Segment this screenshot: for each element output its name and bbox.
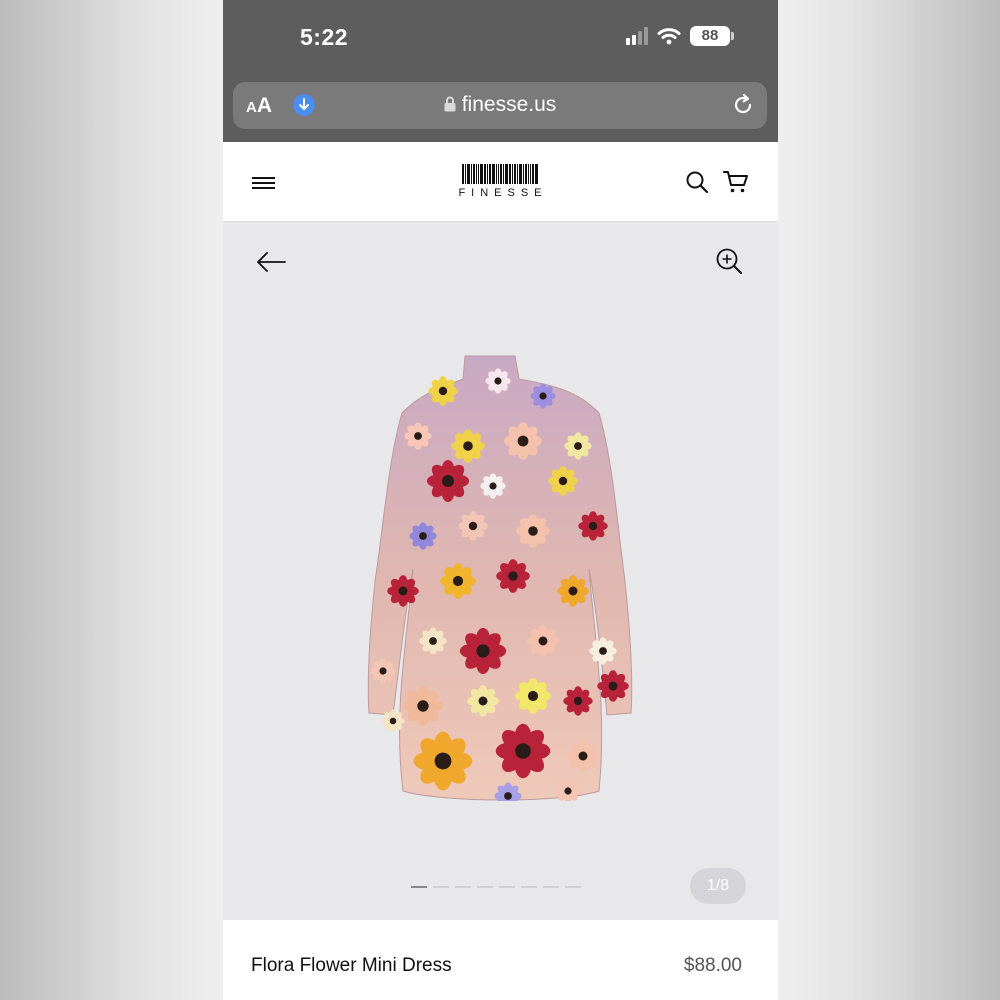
wifi-icon [657, 28, 681, 45]
image-counter: 1/8 [690, 868, 746, 904]
pagination-dot[interactable] [565, 886, 581, 888]
pagination-dot[interactable] [433, 886, 449, 888]
browser-chrome: 5:22 88 AA finesse.us [223, 0, 778, 142]
product-name: Flora Flower Mini Dress [251, 955, 452, 976]
back-arrow-icon[interactable] [256, 250, 286, 274]
pagination-dot[interactable] [455, 886, 471, 888]
lock-icon [444, 96, 456, 112]
pagination-dot[interactable] [499, 886, 515, 888]
menu-icon[interactable] [252, 177, 275, 189]
product-price: $88.00 [683, 955, 742, 976]
zoom-in-icon[interactable] [715, 247, 743, 275]
status-time: 5:22 [300, 24, 349, 50]
signal-icon [626, 27, 648, 45]
battery-icon: 88 [690, 26, 734, 46]
site-logo[interactable]: FINESSE [445, 164, 555, 199]
product-info: Flora Flower Mini Dress $88.00 [223, 920, 778, 1000]
pagination-dot[interactable] [477, 886, 493, 888]
pagination-dot[interactable] [411, 886, 427, 888]
product-image [367, 355, 633, 801]
address-bar[interactable]: AA finesse.us [233, 82, 767, 129]
reload-icon[interactable] [731, 93, 755, 117]
cart-icon[interactable] [723, 170, 749, 194]
url-display[interactable]: finesse.us [233, 93, 767, 117]
search-icon[interactable] [685, 170, 709, 194]
phone-screen: 5:22 88 AA finesse.us FINESSE 1/8 Flora … [223, 0, 778, 1000]
status-icons: 88 [626, 26, 734, 46]
gallery-pagination[interactable] [411, 886, 581, 888]
barcode-graphic [445, 164, 555, 184]
url-text: finesse.us [461, 93, 557, 116]
pagination-dot[interactable] [543, 886, 559, 888]
site-header: FINESSE [223, 142, 778, 222]
pagination-dot[interactable] [521, 886, 537, 888]
logo-text: FINESSE [458, 187, 548, 199]
product-gallery[interactable]: 1/8 [223, 223, 778, 920]
